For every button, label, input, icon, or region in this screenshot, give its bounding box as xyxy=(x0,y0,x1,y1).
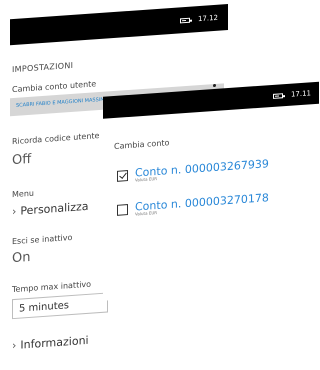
screenshot-stage: 17.12 IMPOSTAZIONI Cambia conto utente S… xyxy=(0,0,319,370)
account-chooser-screen: 17.11 Cambia conto Conto n. 000003267939… xyxy=(0,0,319,370)
checkbox-icon[interactable] xyxy=(117,170,128,182)
status-time: 17.11 xyxy=(290,89,311,99)
checkbox-icon[interactable] xyxy=(117,204,128,216)
battery-icon xyxy=(272,92,283,99)
